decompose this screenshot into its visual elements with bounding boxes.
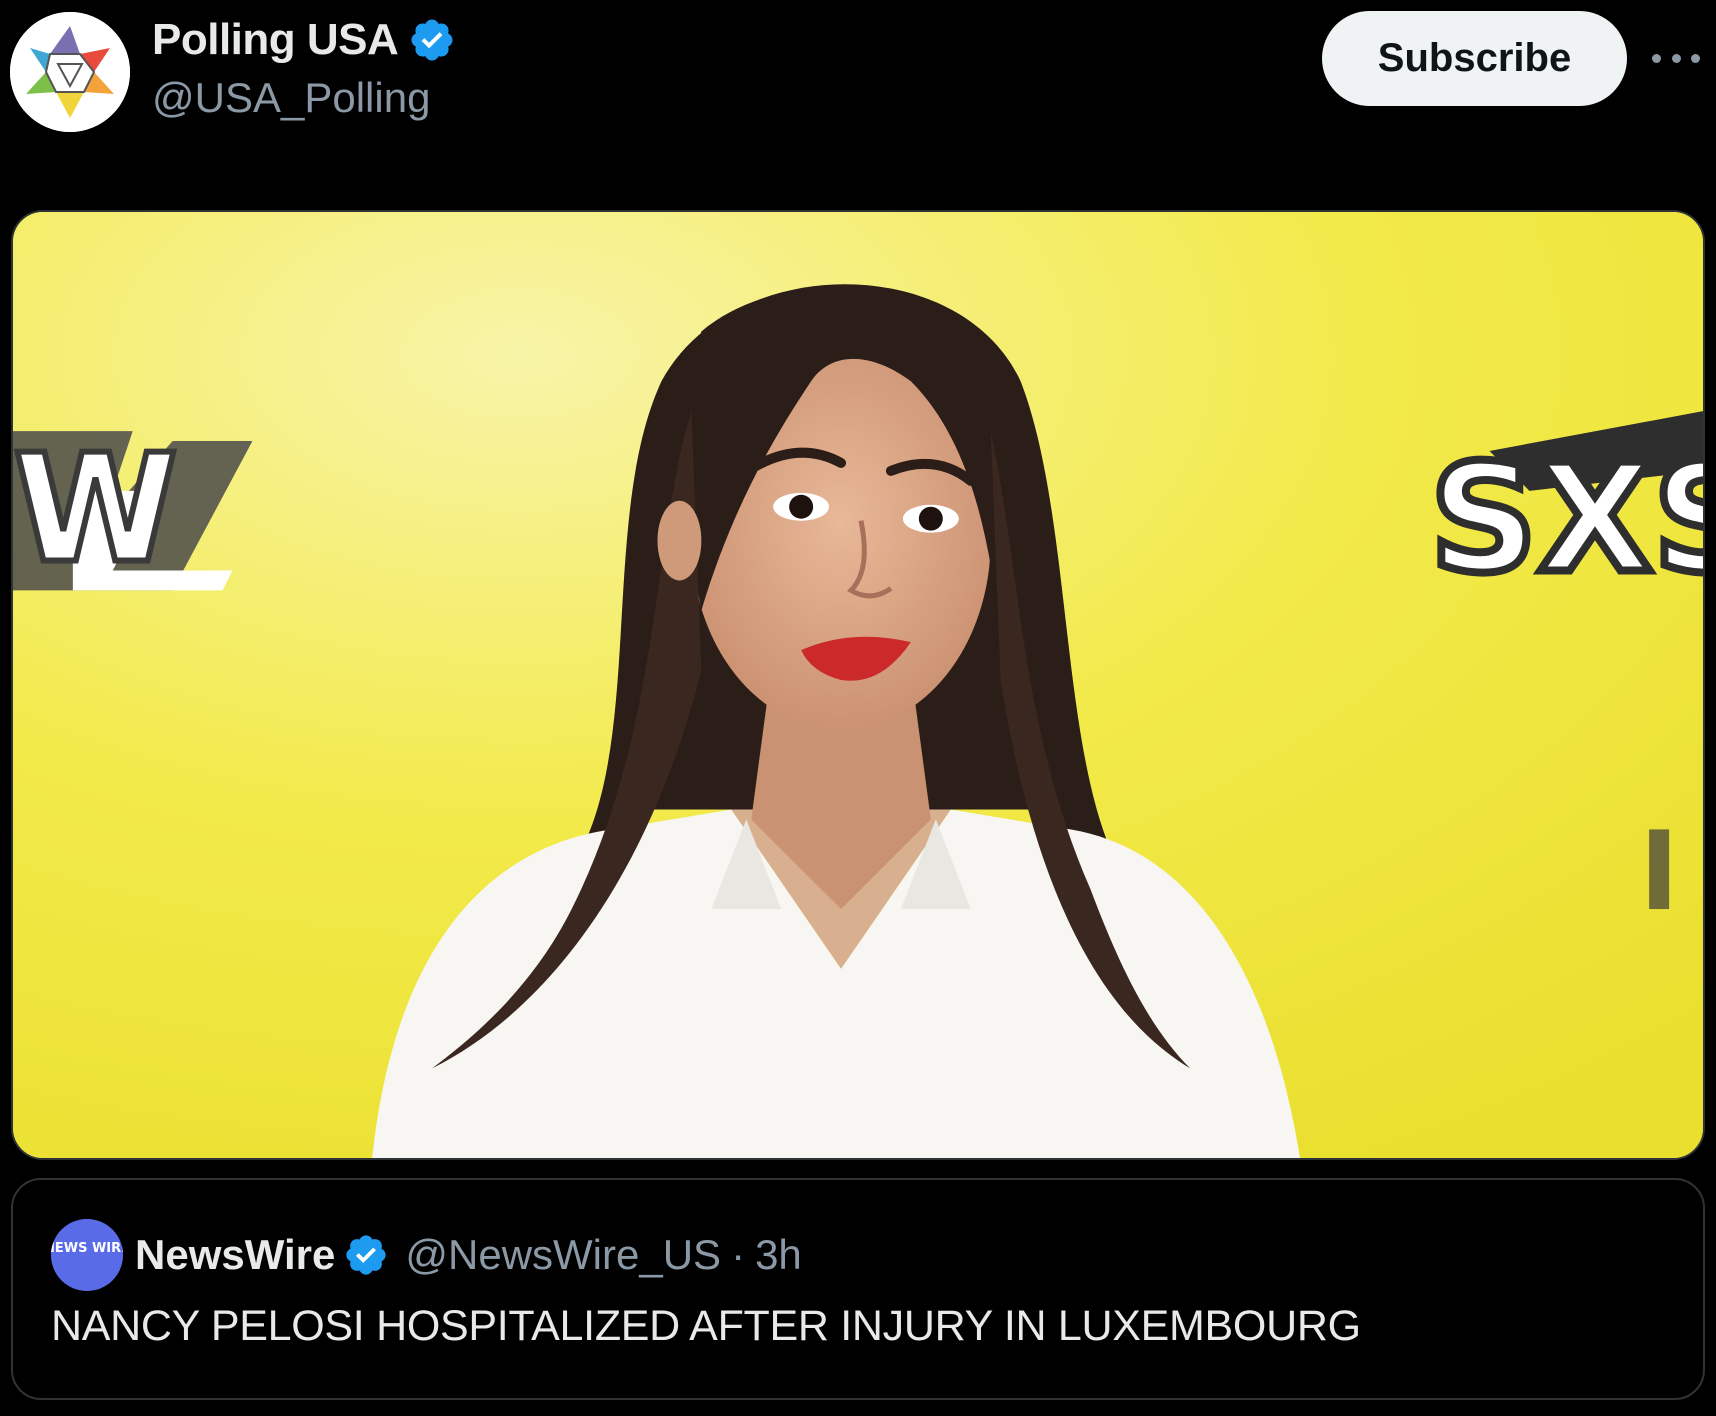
author-avatar[interactable] bbox=[10, 12, 130, 132]
author-handle[interactable]: @USA_Polling bbox=[152, 74, 430, 122]
newswire-avatar[interactable]: NEWS WIRE bbox=[51, 1219, 123, 1291]
newswire-avatar-text: NEWS WIRE bbox=[51, 1241, 123, 1256]
dot-separator: · bbox=[731, 1231, 746, 1278]
quoted-post[interactable]: NEWS WIRE NewsWire @NewsWire_US · 3h NAN… bbox=[11, 1178, 1705, 1400]
quoted-author-name[interactable]: NewsWire bbox=[135, 1231, 335, 1279]
verified-badge-icon[interactable] bbox=[343, 1232, 405, 1278]
quoted-author-handle[interactable]: @NewsWire_US bbox=[405, 1231, 721, 1279]
backdrop-text-left: W bbox=[13, 423, 178, 597]
quoted-post-text: NANCY PELOSI HOSPITALIZED AFTER INJURY I… bbox=[51, 1302, 1361, 1350]
star-logo-icon bbox=[10, 12, 130, 132]
more-horizontal-icon[interactable] bbox=[1652, 40, 1700, 76]
author-display-name[interactable]: Polling USA bbox=[152, 15, 399, 65]
post-photo[interactable]: W SXS bbox=[11, 210, 1705, 1160]
quoted-post-header: NEWS WIRE NewsWire @NewsWire_US · 3h bbox=[51, 1218, 802, 1292]
portrait-photo: W SXS bbox=[13, 212, 1703, 1158]
newswire-logo-icon: NEWS WIRE bbox=[51, 1219, 123, 1291]
quoted-post-time[interactable]: 3h bbox=[755, 1231, 802, 1279]
author-name-row[interactable]: Polling USA bbox=[152, 14, 456, 66]
verified-badge-icon[interactable] bbox=[408, 16, 456, 64]
subscribe-button[interactable]: Subscribe bbox=[1322, 11, 1627, 106]
backdrop-text-right: SXS bbox=[1430, 433, 1703, 607]
